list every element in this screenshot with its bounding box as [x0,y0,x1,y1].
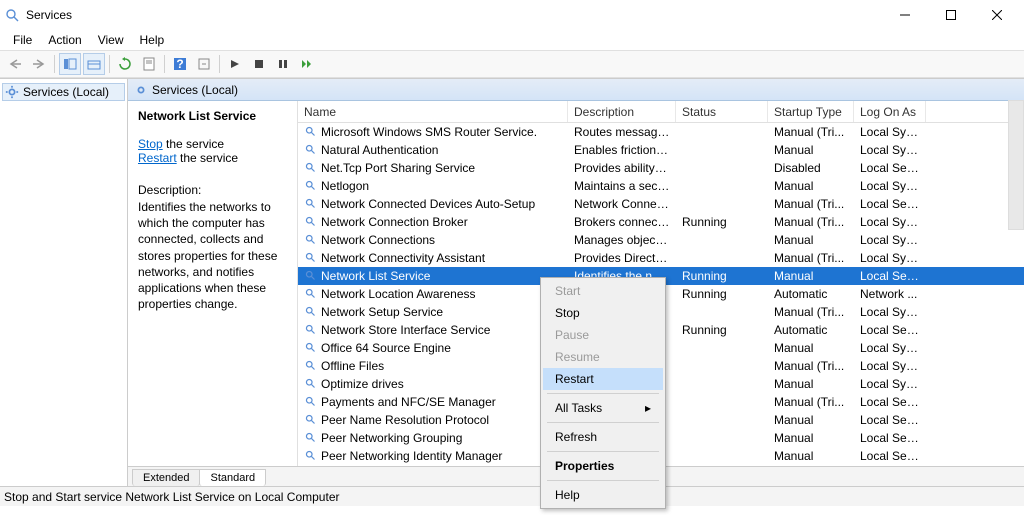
ctx-resume: Resume [543,346,663,368]
col-status[interactable]: Status [676,101,768,122]
chevron-right-icon: ▸ [645,401,651,415]
forward-button[interactable] [28,53,50,75]
tab-extended[interactable]: Extended [132,469,200,486]
gear-icon [5,85,19,99]
start-service-button[interactable] [224,53,246,75]
titlebar: Services [0,0,1024,30]
service-row[interactable]: Microsoft Windows SMS Router Service.Rou… [298,123,1024,141]
context-menu: Start Stop Pause Resume Restart All Task… [540,277,666,509]
restart-link[interactable]: Restart [138,151,177,165]
right-pane-header: Services (Local) [128,79,1024,101]
export-button[interactable] [83,53,105,75]
pause-service-button[interactable] [272,53,294,75]
ctx-stop[interactable]: Stop [543,302,663,324]
stop-service-button[interactable] [248,53,270,75]
properties-button[interactable] [138,53,160,75]
gear-icon [134,83,148,97]
tree-root-item[interactable]: Services (Local) [2,83,125,101]
menubar: File Action View Help [0,30,1024,50]
ctx-all-tasks[interactable]: All Tasks▸ [543,397,663,419]
description-label: Description: [138,183,289,197]
tree-pane: Services (Local) [0,79,128,486]
back-button[interactable] [4,53,26,75]
status-text: Stop and Start service Network List Serv… [4,490,339,504]
service-row[interactable]: Network Connected Devices Auto-SetupNetw… [298,195,1024,213]
service-row[interactable]: Network Connection BrokerBrokers connect… [298,213,1024,231]
app-icon [4,7,20,23]
scrollbar[interactable] [1008,100,1024,230]
menu-view[interactable]: View [91,31,131,49]
ctx-help[interactable]: Help [543,484,663,506]
ctx-restart[interactable]: Restart [543,368,663,390]
svg-text:?: ? [176,57,183,71]
ctx-properties[interactable]: Properties [543,455,663,477]
ctx-pause: Pause [543,324,663,346]
show-hide-tree-button[interactable] [59,53,81,75]
window-title: Services [26,8,72,22]
action-button[interactable] [193,53,215,75]
col-name[interactable]: Name [298,101,568,122]
menu-file[interactable]: File [6,31,39,49]
toolbar: ? [0,50,1024,78]
col-logon[interactable]: Log On As [854,101,926,122]
refresh-button[interactable] [114,53,136,75]
help-button[interactable]: ? [169,53,191,75]
ctx-start: Start [543,280,663,302]
menu-help[interactable]: Help [133,31,172,49]
service-row[interactable]: Natural AuthenticationEnables friction-f… [298,141,1024,159]
restart-service-button[interactable] [296,53,318,75]
maximize-button[interactable] [928,0,974,30]
col-description[interactable]: Description [568,101,676,122]
right-pane-title: Services (Local) [152,83,238,97]
detail-pane: Network List Service Stop the service Re… [128,101,298,466]
col-startup[interactable]: Startup Type [768,101,854,122]
service-row[interactable]: NetlogonMaintains a secur...ManualLocal … [298,177,1024,195]
service-row[interactable]: Network Connectivity AssistantProvides D… [298,249,1024,267]
column-headers: Name Description Status Startup Type Log… [298,101,1024,123]
tab-standard[interactable]: Standard [199,469,266,486]
tree-root-label: Services (Local) [23,85,109,99]
service-row[interactable]: Net.Tcp Port Sharing ServiceProvides abi… [298,159,1024,177]
selected-service-name: Network List Service [138,109,289,123]
minimize-button[interactable] [882,0,928,30]
service-row[interactable]: Network ConnectionsManages objects...Man… [298,231,1024,249]
ctx-refresh[interactable]: Refresh [543,426,663,448]
status-bar: Stop and Start service Network List Serv… [0,486,1024,506]
description-text: Identifies the networks to which the com… [138,199,289,312]
stop-link[interactable]: Stop [138,137,163,151]
menu-action[interactable]: Action [41,31,88,49]
close-button[interactable] [974,0,1020,30]
